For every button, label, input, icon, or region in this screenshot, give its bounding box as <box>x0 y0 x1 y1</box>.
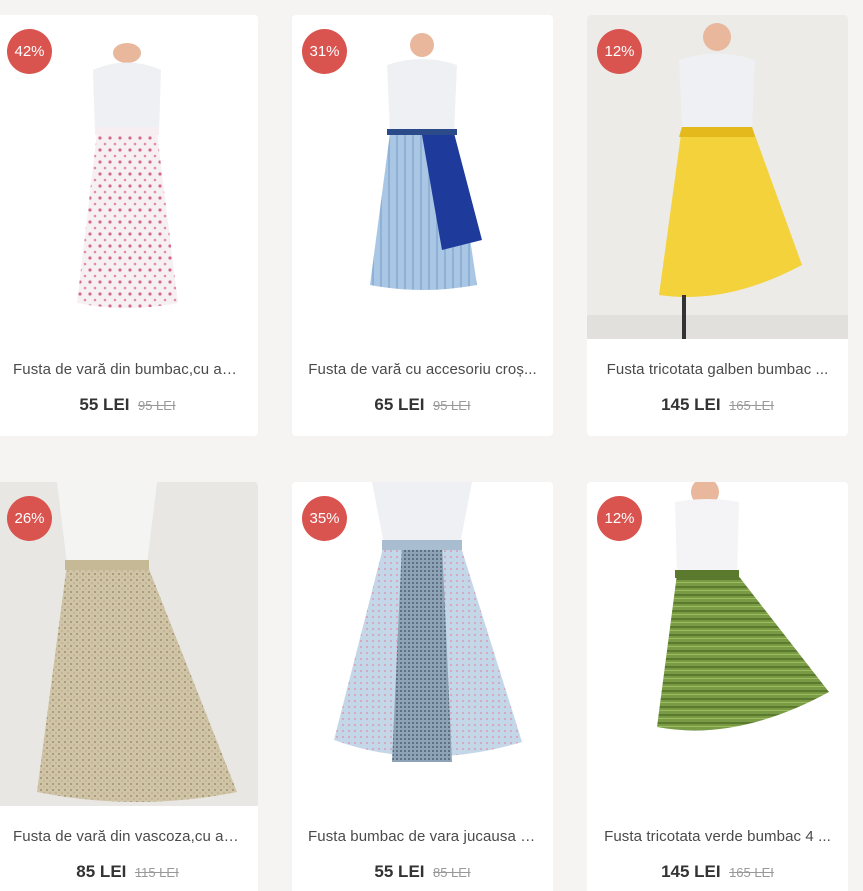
discount-badge: 35% <box>302 496 347 541</box>
current-price: 145 LEI <box>661 862 721 881</box>
discount-badge: 26% <box>7 496 52 541</box>
discount-badge: 42% <box>7 29 52 74</box>
price-row: 145 LEI 165 LEI <box>587 862 848 882</box>
price-row: 85 LEI 115 LEI <box>0 862 258 882</box>
old-price: 95 LEI <box>432 398 471 413</box>
discount-badge: 12% <box>597 29 642 74</box>
product-title[interactable]: Fusta tricotata galben bumbac ... <box>603 361 832 378</box>
price-row: 55 LEI 95 LEI <box>0 395 258 415</box>
product-image[interactable]: 35% <box>292 482 553 806</box>
product-title[interactable]: Fusta bumbac de vara jucausa c... <box>308 828 537 845</box>
product-card[interactable]: 12% Fusta tricotata galben bumbac ... 14… <box>587 15 848 436</box>
product-card[interactable]: 26% Fusta de vară din vascoza,cu ac... 8… <box>0 482 258 891</box>
old-price: 165 LEI <box>729 865 774 880</box>
old-price: 85 LEI <box>432 865 471 880</box>
product-title[interactable]: Fusta tricotata verde bumbac 4 ... <box>603 828 832 845</box>
product-card[interactable]: 12% Fusta tricotata verde bumbac 4 ... 1… <box>587 482 848 891</box>
product-image[interactable]: 42% <box>0 15 258 339</box>
product-card[interactable]: 31% Fusta de vară cu accesoriu croș... 6… <box>292 15 553 436</box>
old-price: 95 LEI <box>137 398 176 413</box>
product-image[interactable]: 26% <box>0 482 258 806</box>
product-title[interactable]: Fusta de vară din vascoza,cu ac... <box>13 828 242 845</box>
current-price: 145 LEI <box>661 395 721 414</box>
product-image[interactable]: 31% <box>292 15 553 339</box>
product-image[interactable]: 12% <box>587 482 848 806</box>
product-title[interactable]: Fusta de vară din bumbac,cu ac... <box>13 361 242 378</box>
product-image[interactable]: 12% <box>587 15 848 339</box>
discount-badge: 31% <box>302 29 347 74</box>
price-row: 145 LEI 165 LEI <box>587 395 848 415</box>
current-price: 55 LEI <box>79 395 130 414</box>
current-price: 85 LEI <box>76 862 127 881</box>
product-grid: 42% Fusta de vară din bumbac,cu ac... 55… <box>0 0 863 891</box>
current-price: 65 LEI <box>374 395 425 414</box>
current-price: 55 LEI <box>374 862 425 881</box>
discount-badge: 12% <box>597 496 642 541</box>
price-row: 65 LEI 95 LEI <box>292 395 553 415</box>
old-price: 115 LEI <box>134 865 179 880</box>
price-row: 55 LEI 85 LEI <box>292 862 553 882</box>
product-card[interactable]: 42% Fusta de vară din bumbac,cu ac... 55… <box>0 15 258 436</box>
product-title[interactable]: Fusta de vară cu accesoriu croș... <box>308 361 537 378</box>
old-price: 165 LEI <box>729 398 774 413</box>
product-card[interactable]: 35% Fusta bumbac de vara jucausa c... 55… <box>292 482 553 891</box>
